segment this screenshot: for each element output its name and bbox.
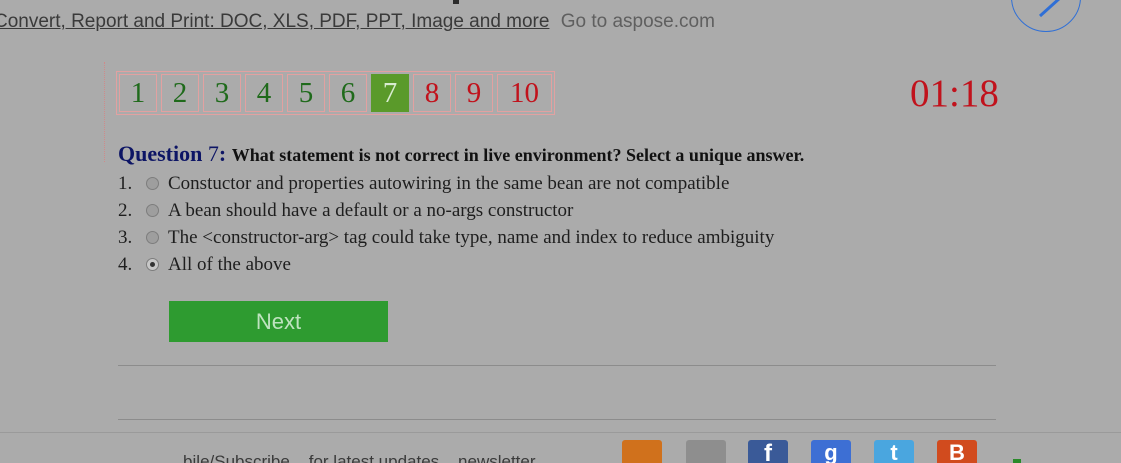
question-colon: : — [218, 141, 227, 166]
answer-radio[interactable] — [146, 204, 159, 217]
pencil-badge-icon[interactable] — [1011, 0, 1081, 32]
facebook-icon[interactable]: f — [748, 440, 788, 463]
question-nav-item-6[interactable]: 6 — [329, 74, 367, 112]
question-heading: Question 7: What statement is not correc… — [118, 141, 804, 167]
question-nav-item-9[interactable]: 9 — [455, 74, 493, 112]
rss-icon[interactable] — [622, 440, 662, 463]
ad-link[interactable]: Convert, Report and Print: DOC, XLS, PDF… — [0, 11, 549, 32]
answer-radio[interactable] — [146, 177, 159, 190]
divider — [118, 419, 996, 420]
question-label: Question 7: — [118, 141, 232, 166]
quiz-page: Convert, Report and Print: DOC, XLS, PDF… — [0, 0, 1121, 463]
question-nav-item-5[interactable]: 5 — [287, 74, 325, 112]
blogger-icon[interactable]: B — [937, 440, 977, 463]
question-number: 7 — [207, 141, 219, 166]
answer-number: 4. — [118, 253, 133, 275]
question-nav-item-1[interactable]: 1 — [119, 74, 157, 112]
answer-number: 2. — [118, 199, 133, 221]
question-nav-item-10[interactable]: 10 — [497, 74, 552, 112]
google-plus-icon[interactable]: g — [811, 440, 851, 463]
question-text: What statement is not correct in live en… — [231, 145, 805, 165]
answer-text: The <constructor-arg> tag could take typ… — [168, 226, 775, 248]
ad-banner: Convert, Report and Print: DOC, XLS, PDF… — [0, 11, 715, 33]
question-word: Question — [118, 141, 203, 166]
question-nav-item-8[interactable]: 8 — [413, 74, 451, 112]
answer-option[interactable]: 3. The <constructor-arg> tag could take t… — [118, 224, 774, 251]
answer-list: 1. Constuctor and properties autowiring i… — [118, 170, 774, 278]
answer-number: 3. — [118, 226, 133, 248]
green-marker — [1013, 459, 1021, 463]
email-icon[interactable] — [686, 440, 726, 463]
answer-number: 1. — [118, 172, 133, 194]
countdown-timer: 01:18 — [910, 72, 999, 115]
answer-text: All of the above — [168, 253, 291, 275]
answer-option[interactable]: 2. A bean should have a default or a no-a… — [118, 197, 774, 224]
divider — [0, 432, 1121, 433]
answer-text: Constuctor and properties autowiring in … — [168, 172, 730, 194]
question-navigator: 1 2 3 4 5 6 7 8 9 10 — [116, 71, 555, 115]
next-button[interactable]: Next — [169, 301, 388, 342]
answer-option[interactable]: 4. All of the above — [118, 251, 774, 278]
question-nav-item-2[interactable]: 2 — [161, 74, 199, 112]
twitter-icon[interactable]: t — [874, 440, 914, 463]
top-cropped-glyph — [453, 0, 459, 4]
dotted-divider — [104, 62, 105, 162]
answer-option[interactable]: 1. Constuctor and properties autowiring i… — [118, 170, 774, 197]
answer-text: A bean should have a default or a no-arg… — [168, 199, 574, 221]
divider — [118, 365, 996, 366]
question-nav-item-3[interactable]: 3 — [203, 74, 241, 112]
ad-goto-link[interactable]: Go to aspose.com — [561, 11, 715, 32]
answer-radio[interactable] — [146, 231, 159, 244]
answer-radio[interactable] — [146, 258, 159, 271]
footer-text: ... ...bile/Subscribe ...for latest upda… — [150, 452, 536, 463]
question-nav-item-7[interactable]: 7 — [371, 74, 409, 112]
question-nav-item-4[interactable]: 4 — [245, 74, 283, 112]
